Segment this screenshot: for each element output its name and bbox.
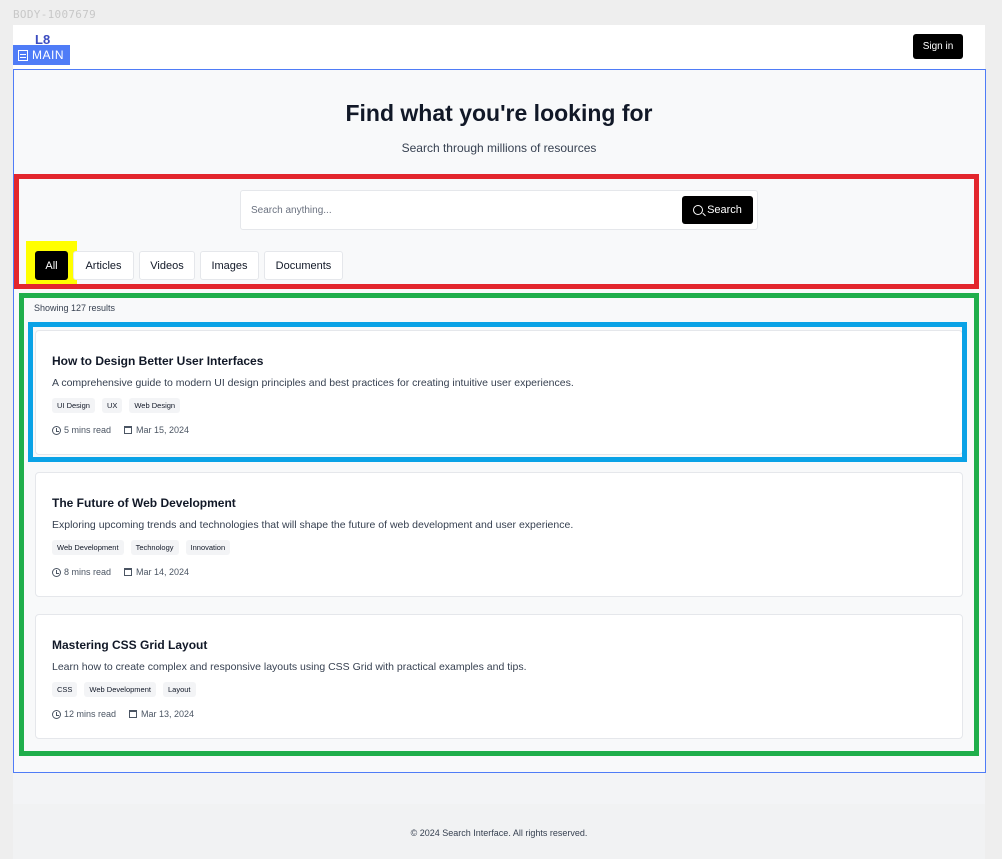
main-debug-text: MAIN (32, 48, 64, 62)
calendar-icon (124, 568, 133, 576)
tag[interactable]: Innovation (185, 540, 231, 555)
logo[interactable]: L8 (35, 35, 53, 45)
result-card[interactable]: The Future of Web Development Exploring … (35, 472, 963, 597)
results-count: Showing 127 results (34, 303, 116, 313)
publish-date: Mar 13, 2024 (141, 709, 195, 719)
result-title[interactable]: Mastering CSS Grid Layout (52, 638, 207, 652)
calendar-icon (129, 710, 138, 718)
card-highlight (28, 322, 967, 462)
filter-articles[interactable]: Articles (73, 251, 134, 280)
filter-videos[interactable]: Videos (139, 251, 195, 280)
search-button[interactable]: Search (682, 196, 753, 224)
search-button-label: Search (707, 204, 742, 216)
tag[interactable]: CSS (52, 682, 78, 697)
result-title[interactable]: The Future of Web Development (52, 496, 236, 510)
result-tags: CSS Web Development Layout (52, 682, 196, 697)
result-card[interactable]: Mastering CSS Grid Layout Learn how to c… (35, 614, 963, 739)
search-input[interactable] (251, 200, 671, 220)
filter-all[interactable]: All (35, 251, 68, 280)
result-description: Exploring upcoming trends and technologi… (52, 519, 574, 531)
clock-icon (52, 567, 61, 577)
page-subtitle: Search through millions of resources (401, 141, 597, 155)
tag[interactable]: Web Development (52, 540, 124, 555)
tag[interactable]: Web Development (84, 682, 156, 697)
result-meta: 12 mins read Mar 13, 2024 (52, 709, 194, 719)
read-time: 8 mins read (64, 567, 112, 577)
read-time: 12 mins read (64, 709, 117, 719)
footer-copyright: © 2024 Search Interface. All rights rese… (410, 828, 588, 838)
tag[interactable]: Technology (130, 540, 179, 555)
document-icon (18, 49, 28, 61)
search-bar: Search (240, 190, 758, 230)
page-title: Find what you're looking for (345, 100, 653, 126)
result-tags: Web Development Technology Innovation (52, 540, 231, 555)
publish-date: Mar 14, 2024 (136, 567, 190, 577)
clock-icon (52, 709, 61, 719)
page-body: { "debug": { "body_label": "BODY-1007679… (0, 0, 1002, 859)
body-debug-label: BODY-1007679 (13, 8, 97, 21)
result-meta: 8 mins read Mar 14, 2024 (52, 567, 189, 577)
filter-documents[interactable]: Documents (264, 251, 343, 280)
filter-images[interactable]: Images (200, 251, 259, 280)
site-header: L8 Sign in (13, 25, 985, 69)
search-icon (693, 205, 704, 215)
result-description: Learn how to create complex and responsi… (52, 661, 527, 673)
sign-in-button[interactable]: Sign in (913, 34, 963, 59)
page-container: L8 Sign in MAIN Find what you're looking… (13, 25, 986, 859)
tag[interactable]: Layout (162, 682, 196, 697)
main-debug-label: MAIN (13, 45, 70, 65)
